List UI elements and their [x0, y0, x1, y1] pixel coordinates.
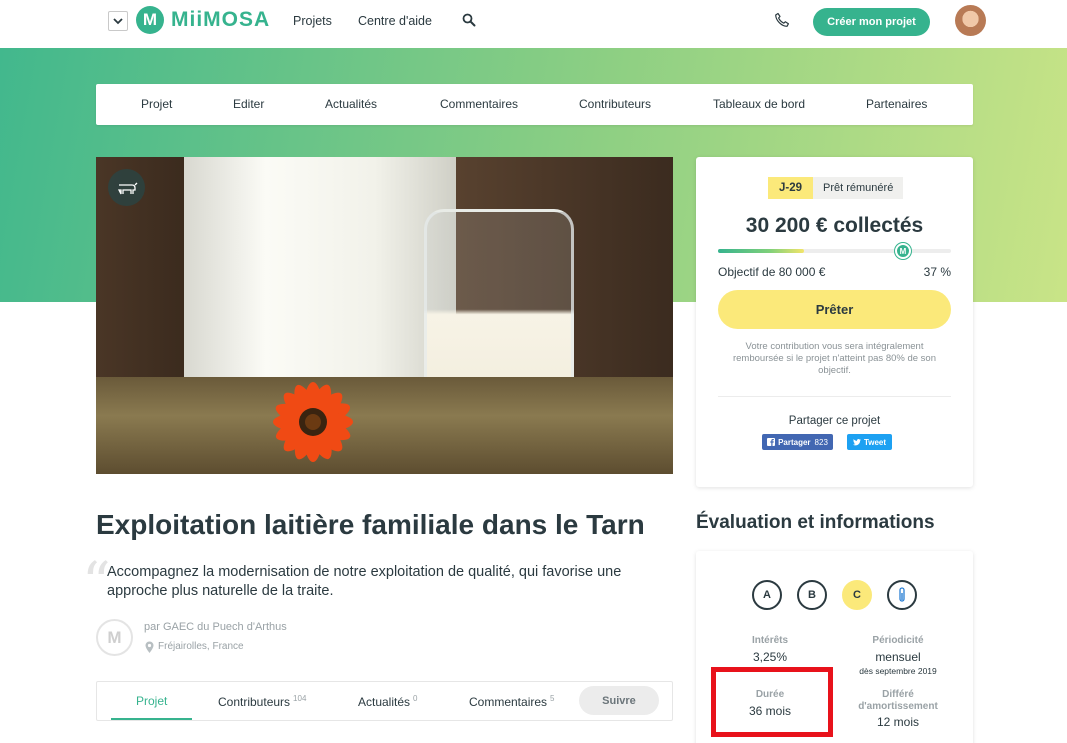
funding-percent: 37 % — [923, 265, 951, 279]
refund-note: Votre contribution vous sera intégraleme… — [732, 341, 937, 376]
facebook-share-count: 823 — [814, 437, 828, 447]
thermometer-icon[interactable] — [887, 580, 917, 610]
evaluation-heading: Évaluation et informations — [696, 512, 935, 533]
grade-a-badge: A — [752, 580, 782, 610]
subnav-item-dashboards[interactable]: Tableaux de bord — [713, 97, 805, 111]
share-title: Partager ce projet — [788, 415, 881, 427]
tab-label: Commentaires — [469, 695, 548, 709]
deferral-label-line2: d'amortissement — [858, 701, 938, 712]
periodicity-value: mensuel — [875, 650, 921, 664]
amount-collected: 30 200 € collectés — [745, 214, 924, 237]
deferral-value: 12 mois — [876, 715, 920, 729]
tab-label: Contributeurs — [218, 695, 291, 709]
interest-value: 3,25% — [752, 650, 788, 664]
project-admin-nav: Projet Editer Actualités Commentaires Co… — [96, 84, 973, 125]
subnav-item-contributeurs[interactable]: Contributeurs — [579, 97, 651, 111]
tab-count: 104 — [293, 694, 307, 703]
user-avatar[interactable] — [955, 5, 986, 36]
project-title: Exploitation laitière familiale dans le … — [96, 509, 645, 540]
photo-hay — [96, 377, 673, 474]
owner-name[interactable]: par GAEC du Puech d'Arthus — [144, 621, 287, 633]
cow-icon — [108, 169, 145, 206]
top-navbar: M MiiMOSA Projets Centre d'aide Créer mo… — [0, 0, 1067, 48]
nav-link-help-center[interactable]: Centre d'aide — [358, 14, 432, 28]
nav-link-projets[interactable]: Projets — [293, 14, 332, 28]
facebook-share-label: Partager — [778, 437, 811, 447]
twitter-share-label: Tweet — [863, 437, 887, 447]
menu-toggle-icon[interactable] — [108, 11, 128, 31]
project-photo — [96, 157, 673, 474]
grade-c-badge: C — [842, 580, 872, 610]
funding-type-badge: Prêt rémunéré — [813, 177, 904, 199]
deferral-label: Différé d'amortissement — [843, 689, 953, 713]
tab-label: Actualités — [358, 695, 411, 709]
brand-name: MiiMOSA — [171, 8, 271, 31]
funding-card: J-29 Prêt rémunéré 30 200 € collectés M … — [696, 157, 973, 487]
progress-bar — [718, 249, 951, 253]
photo-flower — [273, 382, 353, 462]
search-icon[interactable] — [462, 13, 476, 27]
tab-contributeurs[interactable]: Contributeurs 104 — [218, 694, 306, 709]
tab-label: Projet — [136, 694, 168, 708]
days-left-badge: J-29 — [768, 177, 814, 199]
facebook-share-button[interactable]: Partager 823 — [762, 434, 833, 450]
lend-button[interactable]: Prêter — [718, 290, 951, 329]
tab-active-indicator — [111, 718, 192, 720]
tab-actualites[interactable]: Actualités 0 — [358, 694, 417, 709]
project-description: Accompagnez la modernisation de notre ex… — [107, 564, 622, 599]
owner-avatar[interactable]: M — [96, 619, 133, 656]
tab-projet[interactable]: Projet — [136, 694, 167, 708]
duration-highlight-box — [711, 667, 833, 737]
tab-commentaires[interactable]: Commentaires 5 — [469, 694, 554, 709]
phone-icon[interactable] — [774, 12, 790, 28]
subnav-item-commentaires[interactable]: Commentaires — [440, 97, 518, 111]
periodicity-start: dès septembre 2019 — [859, 666, 937, 676]
follow-button[interactable]: Suivre — [579, 686, 659, 715]
periodicity-label: Périodicité — [872, 635, 924, 646]
tab-count: 5 — [550, 694, 555, 703]
twitter-icon — [852, 438, 861, 445]
owner-location: Fréjairolles, France — [158, 641, 244, 652]
logo-mark-icon: M — [136, 6, 164, 34]
grade-b-badge: B — [797, 580, 827, 610]
subnav-item-projet[interactable]: Projet — [141, 97, 172, 111]
tab-count: 0 — [413, 694, 418, 703]
subnav-item-actualites[interactable]: Actualités — [325, 97, 377, 111]
funding-goal: Objectif de 80 000 € — [718, 265, 826, 279]
create-project-button[interactable]: Créer mon projet — [813, 8, 930, 36]
project-tabs: Projet Contributeurs 104 Actualités 0 Comm… — [96, 681, 673, 721]
facebook-icon — [767, 438, 776, 446]
progress-marker-icon: M — [895, 243, 911, 259]
location-pin-icon — [145, 641, 154, 653]
subnav-item-partenaires[interactable]: Partenaires — [866, 97, 927, 111]
deferral-label-line1: Différé — [882, 689, 914, 700]
divider — [718, 396, 951, 397]
twitter-share-button[interactable]: Tweet — [847, 434, 892, 450]
subnav-item-editer[interactable]: Editer — [233, 97, 264, 111]
interest-label: Intérêts — [751, 635, 789, 646]
brand-logo[interactable]: M MiiMOSA — [136, 6, 270, 34]
progress-fill — [718, 249, 805, 253]
